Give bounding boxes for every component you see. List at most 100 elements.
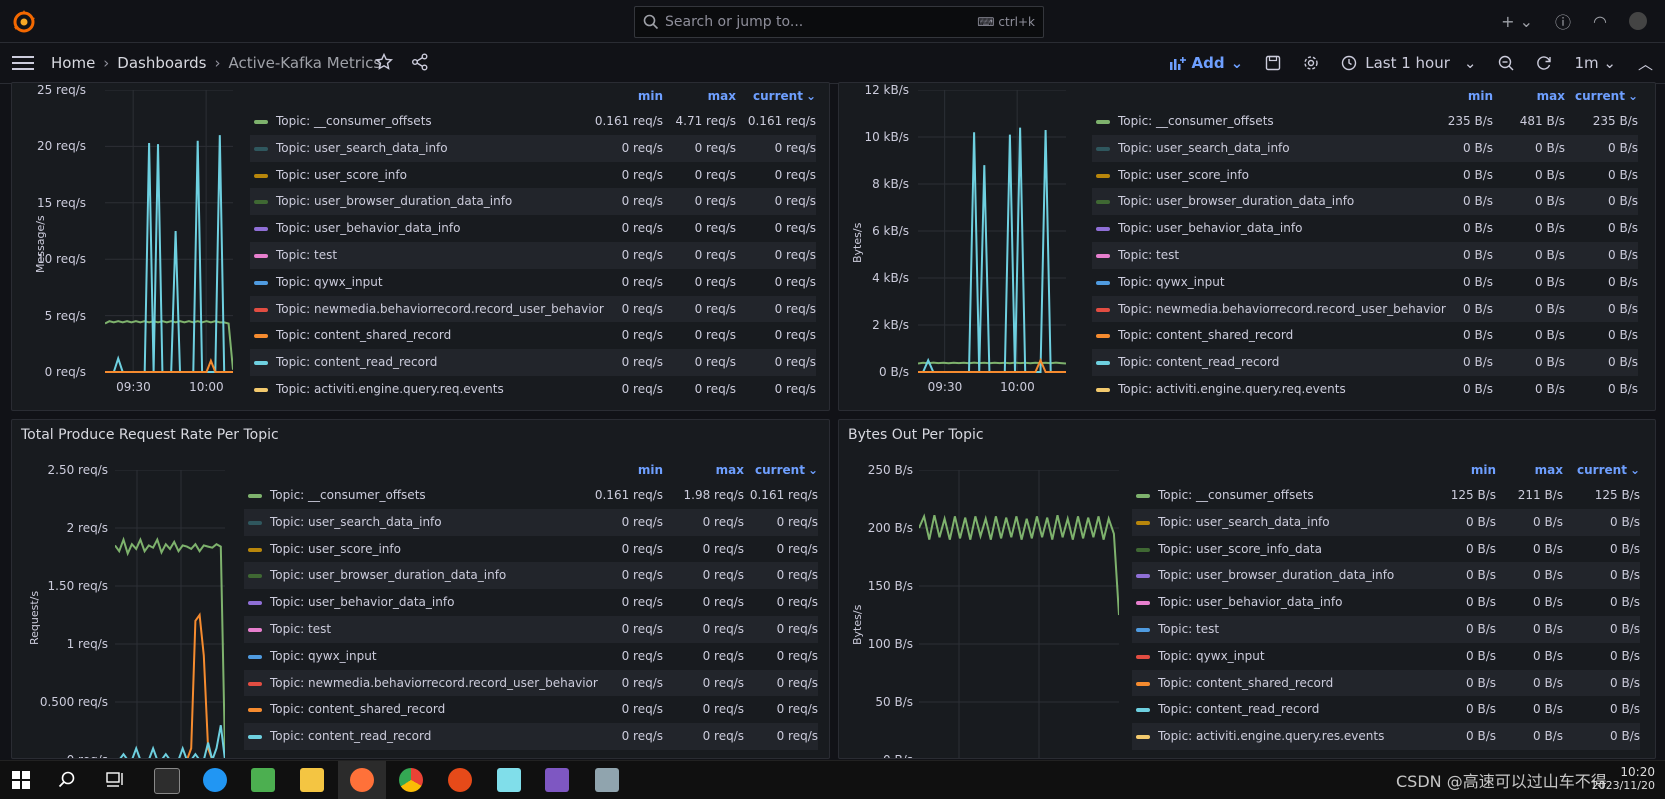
series-name: Topic: activiti.engine.query.req.events [276,381,504,396]
refresh-interval-picker[interactable]: 1m ⌄ [1574,54,1616,72]
legend-row[interactable]: Topic: test 0 req/s 0 req/s 0 req/s [244,615,818,643]
search-icon[interactable] [58,771,76,789]
line-chart[interactable] [918,90,1066,374]
search-box[interactable]: Search or jump to... ⌨ ctrl+k [634,6,1044,38]
add-panel-button[interactable]: Add ⌄ [1169,54,1243,72]
collapse-chevron-up-icon[interactable]: ︿ [1638,53,1653,74]
legend-row[interactable]: Topic: user_search_data_info 0 req/s 0 req… [250,134,816,162]
chrome-app-icon[interactable] [399,768,423,792]
terminal-app-icon[interactable] [154,768,180,794]
chart-panel[interactable]: Message/s 25 req/s 20 req/s 15 req/s 10 req/… [11,82,830,411]
intellij-app-icon[interactable] [545,768,569,792]
browser-app-icon[interactable] [203,768,227,792]
legend-row[interactable]: Topic: user_search_data_info 0 B/s 0 B/s 0 … [1132,508,1640,536]
notes-app-icon[interactable] [497,768,521,792]
legend-row[interactable]: Topic: newmedia.behaviorrecord.record_us… [1092,295,1638,323]
legend-sort-label: max [1536,89,1565,103]
chart-panel[interactable]: Bytes Out Per Topic Bytes/s 250 B/s 200 B/s… [838,419,1656,759]
legend-sort-current[interactable]: current ⌄ [753,89,816,103]
legend-row[interactable]: Topic: user_search_data_info 0 req/s 0 req… [244,508,818,536]
legend-row[interactable]: Topic: test 0 B/s 0 B/s 0 B/s [1092,241,1638,269]
legend-sort-current[interactable]: current ⌄ [755,463,818,477]
remote-desktop-icon[interactable] [595,768,619,792]
legend-row[interactable]: Topic: user_score_info 0 req/s 0 req/s 0 re… [244,536,818,563]
legend-row[interactable]: Topic: user_browser_duration_data_info 0 … [250,188,816,216]
legend-row[interactable]: Topic: content_shared_record 0 req/s 0 req… [244,696,818,723]
legend-row[interactable]: Topic: user_behavior_data_info 0 req/s 0 r… [244,589,818,616]
legend-row[interactable]: Topic: __consumer_offsets 0.161 req/s 4.71… [250,108,816,135]
line-chart[interactable] [919,470,1119,759]
breadcrumb-home[interactable]: Home [51,54,95,72]
legend-sort-current[interactable]: current ⌄ [1577,463,1640,477]
line-chart[interactable] [105,90,233,374]
new-plus-icon[interactable]: + ⌄ [1501,12,1533,31]
legend-row[interactable]: Topic: content_shared_record 0 B/s 0 B/s 0 … [1132,669,1640,697]
file-explorer-icon[interactable] [300,768,324,792]
legend-row[interactable]: Topic: qywx_input 0 req/s 0 req/s 0 req/s [244,643,818,670]
legend-row[interactable]: Topic: user_browser_duration_data_info 0 … [1132,562,1640,590]
share-icon[interactable] [411,53,429,71]
legend-row[interactable]: Topic: test 0 B/s 0 B/s 0 B/s [1132,615,1640,643]
legend-sort-min[interactable]: min [1468,89,1493,103]
legend-row[interactable]: Topic: content_read_record 0 req/s 0 req/s… [250,349,816,376]
menu-icon[interactable] [12,53,34,73]
legend-value-min: 0 B/s [1463,301,1493,316]
legend-row[interactable]: Topic: activiti.engine.query.res.events 0… [1132,723,1640,750]
legend-row[interactable]: Topic: content_shared_record 0 B/s 0 B/s 0 … [1092,322,1638,349]
legend-row[interactable]: Topic: qywx_input 0 B/s 0 B/s 0 B/s [1132,643,1640,670]
legend-row[interactable]: Topic: qywx_input 0 req/s 0 req/s 0 req/s [250,269,816,296]
legend-sort-max[interactable]: max [708,89,736,103]
firefox-app-icon[interactable] [350,768,374,792]
legend-row[interactable]: Topic: test 0 req/s 0 req/s 0 req/s [250,241,816,269]
legend-row[interactable]: Topic: __consumer_offsets 235 B/s 481 B/s 2… [1092,108,1638,135]
notepad-app-icon[interactable] [251,768,275,792]
legend-row[interactable]: Topic: user_browser_duration_data_info 0 … [1092,188,1638,216]
news-rss-icon[interactable]: ◠ [1593,12,1607,31]
legend-sort-min[interactable]: min [638,89,663,103]
task-view-icon[interactable] [106,771,124,789]
legend-row[interactable]: Topic: __consumer_offsets 125 B/s 211 B/s 1… [1132,482,1640,509]
breadcrumb-dashboards[interactable]: Dashboards [117,54,206,72]
panel-title[interactable]: Bytes Out Per Topic [848,427,984,443]
legend-row[interactable]: Topic: content_read_record 0 B/s 0 B/s 0 B/… [1092,349,1638,376]
zoom-out-icon[interactable] [1498,55,1514,71]
legend-sort-max[interactable]: max [1535,463,1563,477]
legend-row[interactable]: Topic: qywx_input 0 B/s 0 B/s 0 B/s [1092,269,1638,296]
snail-app-icon[interactable] [448,768,472,792]
chart-panel[interactable]: Total Produce Request Rate Per Topic Requ… [11,419,830,759]
star-icon[interactable] [375,53,393,71]
legend-sort-min[interactable]: min [1471,463,1496,477]
legend-sort-max[interactable]: max [1537,89,1565,103]
legend-row[interactable]: Topic: content_read_record 0 B/s 0 B/s 0 B/… [1132,696,1640,723]
legend-row[interactable]: Topic: __consumer_offsets 0.161 req/s 1.98… [244,482,818,509]
legend-row[interactable]: Topic: user_search_data_info 0 B/s 0 B/s 0 … [1092,134,1638,162]
panel-title[interactable]: Total Produce Request Rate Per Topic [21,427,279,443]
legend-sort-min[interactable]: min [638,463,663,477]
legend-row[interactable]: Topic: content_shared_record 0 req/s 0 req… [250,322,816,349]
legend-row[interactable]: Topic: user_behavior_data_info 0 req/s 0 r… [250,215,816,242]
line-chart[interactable] [115,470,225,759]
grafana-logo-icon[interactable] [10,8,38,36]
settings-gear-icon[interactable] [1303,55,1319,71]
chart-panel[interactable]: Bytes/s 12 kB/s 10 kB/s 8 kB/s 6 kB/s 4 kB/s 2… [838,82,1656,411]
legend-value-min: 235 B/s [1447,114,1493,128]
windows-start-icon[interactable] [12,771,30,789]
legend-row[interactable]: Topic: user_score_info 0 B/s 0 B/s 0 B/s [1092,162,1638,189]
legend-row[interactable]: Topic: newmedia.behaviorrecord.record_us… [244,669,818,697]
legend-sort-max[interactable]: max [716,463,744,477]
legend-row[interactable]: Topic: activiti.engine.query.req.events 0… [1092,376,1638,403]
help-icon[interactable]: ⓘ [1555,9,1571,33]
legend-row[interactable]: Topic: newmedia.behaviorrecord.record_us… [250,295,816,323]
legend-row[interactable]: Topic: content_read_record 0 req/s 0 req/s… [244,723,818,750]
legend-row[interactable]: Topic: user_behavior_data_info 0 B/s 0 B/s… [1092,215,1638,242]
legend-row[interactable]: Topic: activiti.engine.query.req.events 0… [250,376,816,403]
legend-row[interactable]: Topic: user_browser_duration_data_info 0 … [244,562,818,590]
legend-row[interactable]: Topic: user_score_info_data 0 B/s 0 B/s 0 B… [1132,536,1640,563]
refresh-icon[interactable] [1536,55,1552,71]
save-icon[interactable] [1265,55,1281,71]
legend-sort-current[interactable]: current ⌄ [1575,89,1638,103]
legend-row[interactable]: Topic: user_score_info 0 req/s 0 req/s 0 re… [250,162,816,189]
legend-row[interactable]: Topic: user_behavior_data_info 0 B/s 0 B/s… [1132,589,1640,616]
user-avatar[interactable] [1629,12,1647,30]
time-range-picker[interactable]: Last 1 hour ⌄ [1341,54,1476,72]
